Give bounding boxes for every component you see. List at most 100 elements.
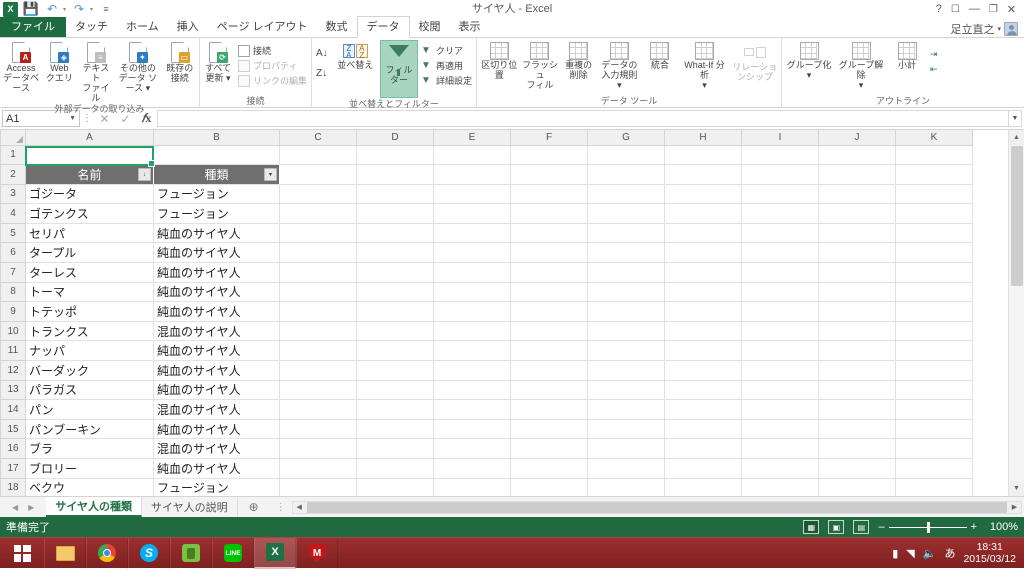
cell-h12[interactable]: [664, 360, 742, 381]
column-header-h[interactable]: H: [664, 130, 742, 146]
tab-formulas[interactable]: 数式: [317, 17, 357, 37]
row-header-7[interactable]: 7: [0, 262, 26, 283]
cell-j15[interactable]: [818, 419, 896, 440]
cell-e2[interactable]: [433, 164, 511, 185]
cell-k13[interactable]: [895, 380, 973, 401]
column-header-g[interactable]: G: [587, 130, 665, 146]
select-all-button[interactable]: [0, 130, 26, 146]
line-icon[interactable]: LINE: [212, 537, 254, 569]
cell-k12[interactable]: [895, 360, 973, 381]
cell-a2-name-header[interactable]: 名前 ↓: [25, 164, 154, 185]
sort-ascending-button[interactable]: A↓: [313, 46, 331, 61]
column-header-e[interactable]: E: [433, 130, 511, 146]
cell-c10[interactable]: [279, 321, 357, 342]
connections-button[interactable]: 接続: [235, 43, 310, 58]
cell-b1[interactable]: [153, 145, 280, 166]
cell-k15[interactable]: [895, 419, 973, 440]
subtotal-button[interactable]: 小計: [887, 40, 927, 70]
cell-c12[interactable]: [279, 360, 357, 381]
cell-i18[interactable]: [741, 478, 819, 496]
cell-a11[interactable]: ナッパ: [25, 340, 154, 362]
cell-c13[interactable]: [279, 380, 357, 401]
close-button[interactable]: ✕: [1007, 3, 1016, 16]
existing-connections-button[interactable]: ▭ 既存の 接続: [162, 40, 199, 83]
cell-i4[interactable]: [741, 203, 819, 224]
battery-icon[interactable]: ▮: [892, 547, 898, 560]
cell-g14[interactable]: [587, 399, 665, 420]
cell-f7[interactable]: [510, 262, 588, 283]
cell-f10[interactable]: [510, 321, 588, 342]
volume-icon[interactable]: 🔈: [923, 547, 937, 560]
cell-f2[interactable]: [510, 164, 588, 185]
cell-c8[interactable]: [279, 282, 357, 303]
cell-g7[interactable]: [587, 262, 665, 283]
cell-b14[interactable]: 混血のサイヤ人: [153, 399, 280, 420]
row-header-5[interactable]: 5: [0, 222, 26, 244]
refresh-all-button[interactable]: ⟳ すべて 更新 ▾: [201, 40, 235, 83]
row-header-13[interactable]: 13: [0, 379, 26, 401]
network-icon[interactable]: ◥: [906, 547, 914, 560]
cell-e11[interactable]: [433, 340, 511, 362]
cell-k9[interactable]: [895, 301, 973, 322]
formula-input[interactable]: [157, 110, 1008, 127]
mcafee-icon[interactable]: M: [296, 537, 338, 569]
sheet-tab-saiyajin-types[interactable]: サイヤ人の種類: [46, 497, 142, 517]
sheet-tab-saiyajin-description[interactable]: サイヤ人の説明: [142, 497, 238, 517]
previous-sheet-icon[interactable]: ◀: [12, 503, 18, 512]
name-box-caret-icon[interactable]: ▼: [69, 115, 76, 122]
cell-h18[interactable]: [664, 478, 742, 496]
cell-i5[interactable]: [741, 223, 819, 244]
cell-i3[interactable]: [741, 184, 819, 205]
cell-f14[interactable]: [510, 399, 588, 420]
row-header-1[interactable]: 1: [0, 144, 26, 166]
clear-filter-button[interactable]: ▼ クリア: [418, 43, 475, 58]
advanced-filter-button[interactable]: ▼ 詳細設定: [418, 73, 475, 88]
cell-k8[interactable]: [895, 282, 973, 303]
save-icon[interactable]: 💾: [23, 1, 39, 17]
cell-a8[interactable]: トーマ: [25, 282, 154, 303]
row-header-12[interactable]: 12: [0, 360, 26, 381]
row-header-8[interactable]: 8: [0, 281, 26, 303]
cell-h9[interactable]: [664, 301, 742, 322]
column-header-c[interactable]: C: [279, 130, 357, 146]
zoom-out-button[interactable]: –: [878, 521, 884, 533]
cell-e5[interactable]: [433, 223, 511, 244]
row-header-10[interactable]: 10: [0, 320, 26, 342]
cell-g13[interactable]: [587, 380, 665, 401]
cell-b15[interactable]: 純血のサイヤ人: [153, 419, 280, 440]
what-if-analysis-button[interactable]: What-If 分析 ▾: [679, 40, 729, 90]
cell-e17[interactable]: [433, 458, 511, 479]
row-header-4[interactable]: 4: [0, 203, 26, 224]
cell-e6[interactable]: [433, 242, 511, 264]
cell-b8[interactable]: 純血のサイヤ人: [153, 282, 280, 303]
cell-f4[interactable]: [510, 203, 588, 224]
cell-c1[interactable]: [279, 145, 357, 166]
column-header-a[interactable]: A: [25, 130, 154, 146]
remove-duplicates-button[interactable]: 重複の 削除: [559, 40, 598, 80]
row-header-11[interactable]: 11: [0, 340, 26, 362]
cell-k16[interactable]: [895, 438, 973, 459]
cell-j17[interactable]: [818, 458, 896, 479]
cell-j16[interactable]: [818, 438, 896, 459]
filter-dropdown-kind[interactable]: ▾: [264, 168, 277, 182]
cell-h15[interactable]: [664, 419, 742, 440]
restore-button[interactable]: ❐: [989, 4, 998, 15]
cell-c15[interactable]: [279, 419, 357, 440]
cell-d12[interactable]: [356, 360, 434, 381]
cell-c17[interactable]: [279, 458, 357, 479]
cell-e14[interactable]: [433, 399, 511, 420]
ungroup-button[interactable]: グループ解除 ▾: [835, 40, 887, 90]
cell-a9[interactable]: トテッポ: [25, 301, 154, 322]
cell-g3[interactable]: [587, 184, 665, 205]
cell-a13[interactable]: パラガス: [25, 380, 154, 401]
cell-g16[interactable]: [587, 438, 665, 459]
cell-a16[interactable]: ブラ: [25, 438, 154, 459]
data-validation-button[interactable]: データの 入力規則 ▾: [598, 40, 641, 90]
row-header-9[interactable]: 9: [0, 301, 26, 322]
cell-a12[interactable]: バーダック: [25, 360, 154, 381]
cell-j11[interactable]: [818, 340, 896, 362]
cell-h1[interactable]: [664, 145, 742, 166]
horizontal-scroll-thumb[interactable]: [306, 501, 1007, 513]
tab-data[interactable]: データ: [356, 16, 410, 38]
cell-k6[interactable]: [895, 242, 973, 264]
